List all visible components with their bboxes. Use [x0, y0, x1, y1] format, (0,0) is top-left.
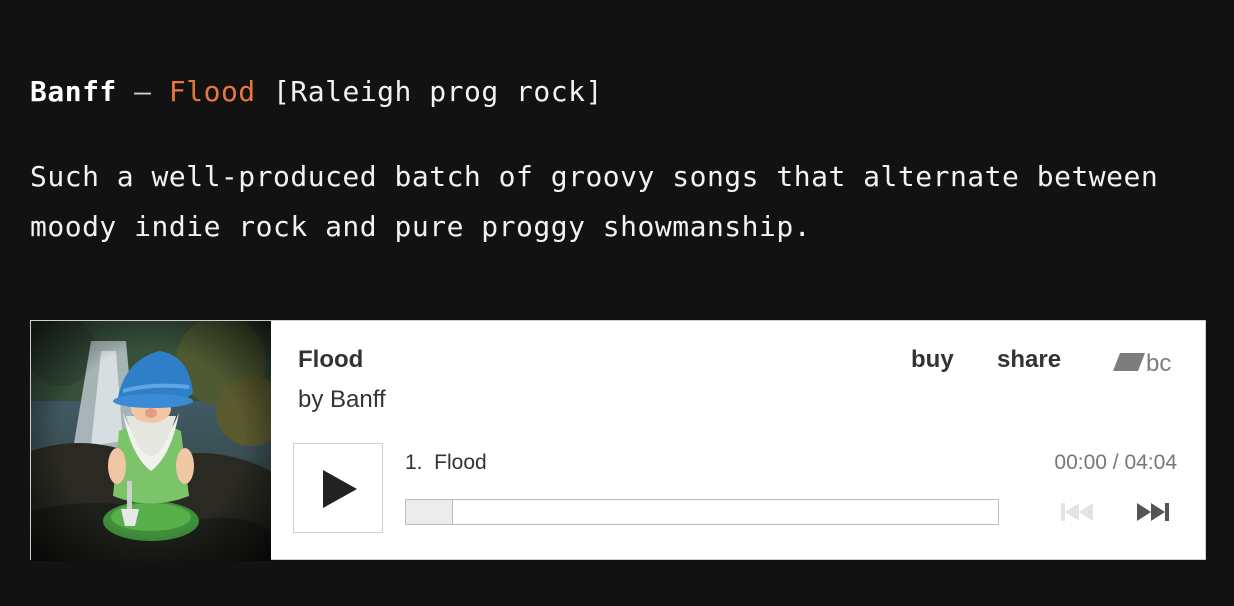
bandcamp-logo-text: bc — [1146, 350, 1171, 377]
album-cover-image — [31, 321, 271, 561]
post-headline: Banff – Flood [Raleigh prog rock] — [30, 72, 603, 112]
skip-next-icon — [1137, 503, 1169, 521]
time-display: 00:00 / 04:04 — [1054, 451, 1177, 474]
buy-button[interactable]: buy — [911, 346, 954, 374]
play-button[interactable] — [293, 443, 383, 533]
genre-tag: [Raleigh prog rock] — [273, 75, 603, 108]
bandcamp-logo-icon[interactable]: bc — [1113, 349, 1175, 377]
play-icon — [323, 470, 357, 508]
progress-thumb[interactable] — [406, 500, 453, 524]
headline-separator: – — [134, 75, 152, 108]
next-track-button[interactable] — [1135, 501, 1173, 523]
player-artist-link[interactable]: by Banff — [298, 386, 386, 414]
bandcamp-player: Flood by Banff buy share bc 1. Flood 00:… — [30, 320, 1206, 561]
previous-track-button[interactable] — [1059, 501, 1097, 523]
album-cover[interactable] — [31, 321, 271, 561]
progress-bar[interactable] — [405, 499, 999, 525]
share-button[interactable]: share — [997, 346, 1061, 374]
track-title: 1. Flood — [405, 451, 487, 474]
skip-previous-icon — [1061, 503, 1093, 521]
player-album-title[interactable]: Flood — [298, 346, 363, 374]
album-link[interactable]: Flood — [169, 75, 256, 108]
post-description: Such a well-produced batch of groovy son… — [30, 160, 1159, 243]
artist-name: Banff — [30, 75, 117, 108]
